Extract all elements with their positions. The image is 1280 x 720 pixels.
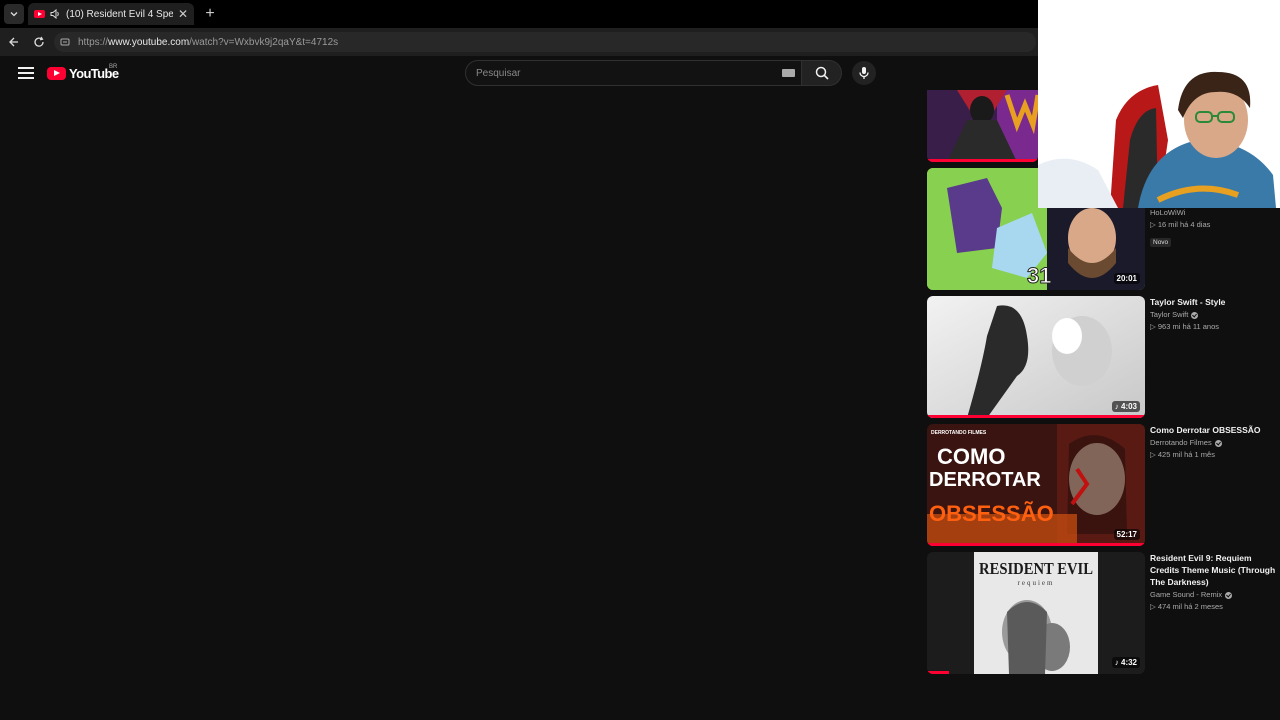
video-stats: ▷ 16 mil há 4 dias xyxy=(1150,220,1211,229)
back-arrow-icon xyxy=(9,37,18,47)
search-button[interactable] xyxy=(802,60,842,86)
address-bar: https://www.youtube.com/watch?v=Wxbvk9j2… xyxy=(0,28,1040,56)
microphone-icon xyxy=(859,67,869,79)
thumbnail-title: RESIDENT EVIL xyxy=(979,559,1093,578)
recommendation-meta[interactable]: Taylor Swift - Style Taylor Swift ▷ 963 … xyxy=(1150,296,1276,333)
reload-icon xyxy=(34,36,44,47)
omnibox[interactable]: https://www.youtube.com/watch?v=Wxbvk9j2… xyxy=(54,32,1036,52)
video-duration: ♪ 4:32 xyxy=(1111,657,1140,668)
channel-name: Game Sound - Remix xyxy=(1150,589,1276,601)
plus-icon: + xyxy=(205,5,215,22)
new-badge: Novo xyxy=(1150,238,1172,247)
reload-button[interactable] xyxy=(30,33,48,51)
verified-icon xyxy=(1191,311,1199,319)
verified-icon xyxy=(1214,439,1222,447)
streamer-facecam-image xyxy=(1038,0,1280,208)
keyboard-icon[interactable] xyxy=(782,69,795,77)
youtube-favicon-icon xyxy=(34,10,45,18)
recommendation-meta[interactable]: Resident Evil 9: Requiem Credits Theme M… xyxy=(1150,552,1276,613)
thumbnail-text-line1: COMO xyxy=(937,444,1005,469)
video-stats: ▷ 425 mil há 1 mês xyxy=(1150,450,1215,459)
country-code: BR xyxy=(109,64,118,70)
browser-tab-active[interactable]: (10) Resident Evil 4 Speedrun ✕ xyxy=(28,3,194,25)
watch-progress xyxy=(927,159,1038,162)
channel-name: Taylor Swift xyxy=(1150,309,1276,321)
youtube-play-icon xyxy=(47,67,66,80)
video-title: Como Derrotar OBSESSÃO xyxy=(1150,425,1261,435)
webcam-overlay xyxy=(1038,0,1280,208)
video-duration: ♪ 4:03 xyxy=(1111,401,1140,412)
tab-title: (10) Resident Evil 4 Speedrun xyxy=(66,8,173,20)
recommendation-item[interactable]: RESIDENT EVIL requiem ♪ 4:32 xyxy=(927,552,1145,674)
youtube-logo[interactable]: YouTube xyxy=(47,66,119,81)
recommendation-thumbnail-partial[interactable] xyxy=(927,90,1038,162)
watch-progress xyxy=(927,671,949,674)
recommendation-item[interactable]: DERROTANDO FILMES COMO DERROTAR OBSESSÃO… xyxy=(927,424,1145,546)
video-thumbnail: DERROTANDO FILMES COMO DERROTAR OBSESSÃO xyxy=(927,424,1145,546)
svg-text:31: 31 xyxy=(1027,263,1051,288)
video-thumbnail xyxy=(927,90,1038,162)
search-box xyxy=(465,60,802,86)
watch-progress xyxy=(927,415,1145,418)
recommendation-meta[interactable]: Como Derrotar OBSESSÃO Derrotando Filmes… xyxy=(1150,424,1276,461)
verified-icon xyxy=(1225,591,1233,599)
back-button[interactable] xyxy=(5,33,23,51)
chevron-down-icon xyxy=(10,12,18,17)
video-duration: 52:17 xyxy=(1113,529,1140,540)
thumbnail-tag: DERROTANDO FILMES xyxy=(931,430,987,436)
recommendation-item[interactable]: ♪ 4:03 xyxy=(927,296,1145,418)
guide-menu-button[interactable] xyxy=(16,65,36,81)
site-info-icon[interactable] xyxy=(60,37,70,47)
channel-name: HoLoWiWi xyxy=(1150,208,1186,217)
video-title: Resident Evil 9: Requiem Credits Theme M… xyxy=(1150,553,1276,587)
search-icon xyxy=(815,66,829,80)
speaker-icon[interactable] xyxy=(50,9,61,19)
recommendation-meta[interactable]: HoLoWiWi ▷ 16 mil há 4 dias Novo xyxy=(1150,206,1276,249)
video-title: Taylor Swift - Style xyxy=(1150,297,1226,307)
video-thumbnail: RESIDENT EVIL requiem xyxy=(927,552,1145,674)
tab-list-button[interactable] xyxy=(4,4,24,24)
channel-name: Derrotando Filmes xyxy=(1150,437,1276,449)
thumbnail-text-line2: DERROTAR xyxy=(929,469,1041,491)
youtube-masthead: YouTube BR xyxy=(0,56,1040,90)
video-stats: ▷ 963 mi há 11 anos xyxy=(1150,322,1220,331)
video-thumbnail xyxy=(927,296,1145,418)
voice-search-button[interactable] xyxy=(852,61,876,85)
new-tab-button[interactable]: + xyxy=(200,4,220,24)
url-text: https://www.youtube.com/watch?v=Wxbvk9j2… xyxy=(78,36,339,48)
video-player[interactable] xyxy=(0,90,918,716)
close-icon[interactable]: ✕ xyxy=(178,8,188,20)
thumbnail-subtitle: requiem xyxy=(1018,579,1055,587)
watch-progress xyxy=(927,543,1145,546)
search-input[interactable] xyxy=(476,67,766,79)
video-stats: ▷ 474 mil há 2 meses xyxy=(1150,602,1223,611)
video-duration: 20:01 xyxy=(1113,273,1140,284)
thumbnail-text-line3: OBSESSÃO xyxy=(929,501,1054,526)
